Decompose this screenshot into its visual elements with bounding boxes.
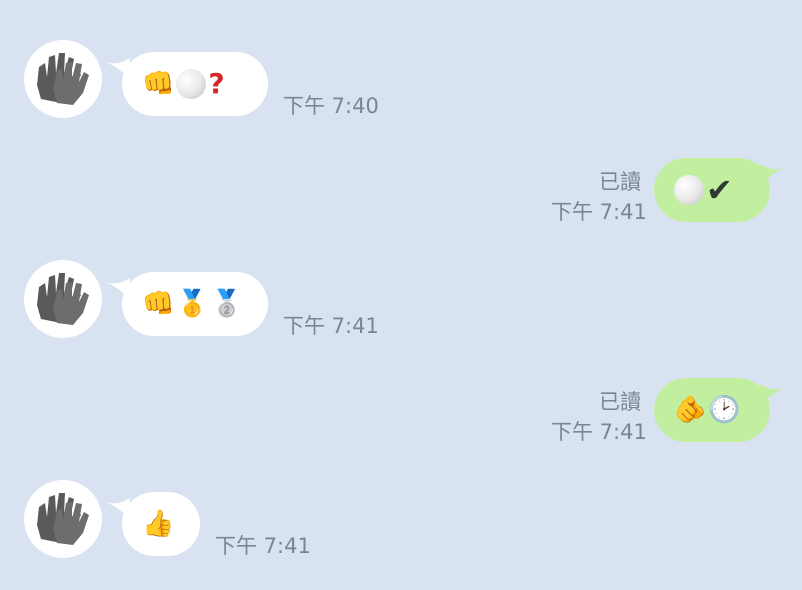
message-row-incoming: 👊 ? 下午 7:40 [0, 40, 802, 120]
question-mark-icon: ? [208, 67, 225, 100]
pointing-finger-icon: 🫵 [674, 395, 707, 425]
bubble-tail [760, 384, 784, 406]
message-timestamp: 下午 7:41 [215, 534, 311, 558]
white-circle-icon [674, 175, 704, 205]
message-bubble[interactable]: 👍 [122, 492, 200, 556]
avatar[interactable] [24, 40, 102, 118]
gloves-icon [37, 273, 89, 325]
thumbs-up-icon: 👍 [142, 509, 175, 539]
message-row-incoming: 👊 🥇 🥈 下午 7:41 [0, 260, 802, 340]
bubble-tail [760, 164, 784, 186]
message-timestamp: 下午 7:41 [283, 314, 379, 338]
clock-icon: 🕑 [708, 395, 741, 425]
gold-medal-icon: 🥇 [176, 289, 209, 319]
gloves-icon [37, 53, 89, 105]
message-bubble[interactable]: 👊 🥇 🥈 [122, 272, 268, 336]
read-receipt: 已讀 [599, 390, 641, 414]
message-bubble[interactable]: 👊 ? [122, 52, 268, 116]
message-row-outgoing: 已讀 下午 7:41 ✔ [0, 158, 802, 226]
message-timestamp: 下午 7:40 [283, 94, 379, 118]
silver-medal-icon: 🥈 [210, 289, 244, 319]
message-timestamp: 下午 7:41 [551, 200, 647, 224]
message-bubble[interactable]: ✔ [654, 158, 770, 222]
fist-icon: 👊 [142, 69, 175, 99]
gloves-icon [37, 493, 89, 545]
white-circle-icon [176, 69, 207, 99]
message-timestamp: 下午 7:41 [551, 420, 647, 444]
fist-icon: 👊 [142, 289, 175, 319]
avatar[interactable] [24, 480, 102, 558]
read-receipt: 已讀 [599, 170, 641, 194]
message-row-incoming: 👍 下午 7:41 [0, 480, 802, 560]
check-mark-icon: ✔ [706, 171, 733, 209]
message-bubble[interactable]: 🫵 🕑 [654, 378, 770, 442]
message-row-outgoing: 已讀 下午 7:41 🫵 🕑 [0, 378, 802, 446]
avatar[interactable] [24, 260, 102, 338]
